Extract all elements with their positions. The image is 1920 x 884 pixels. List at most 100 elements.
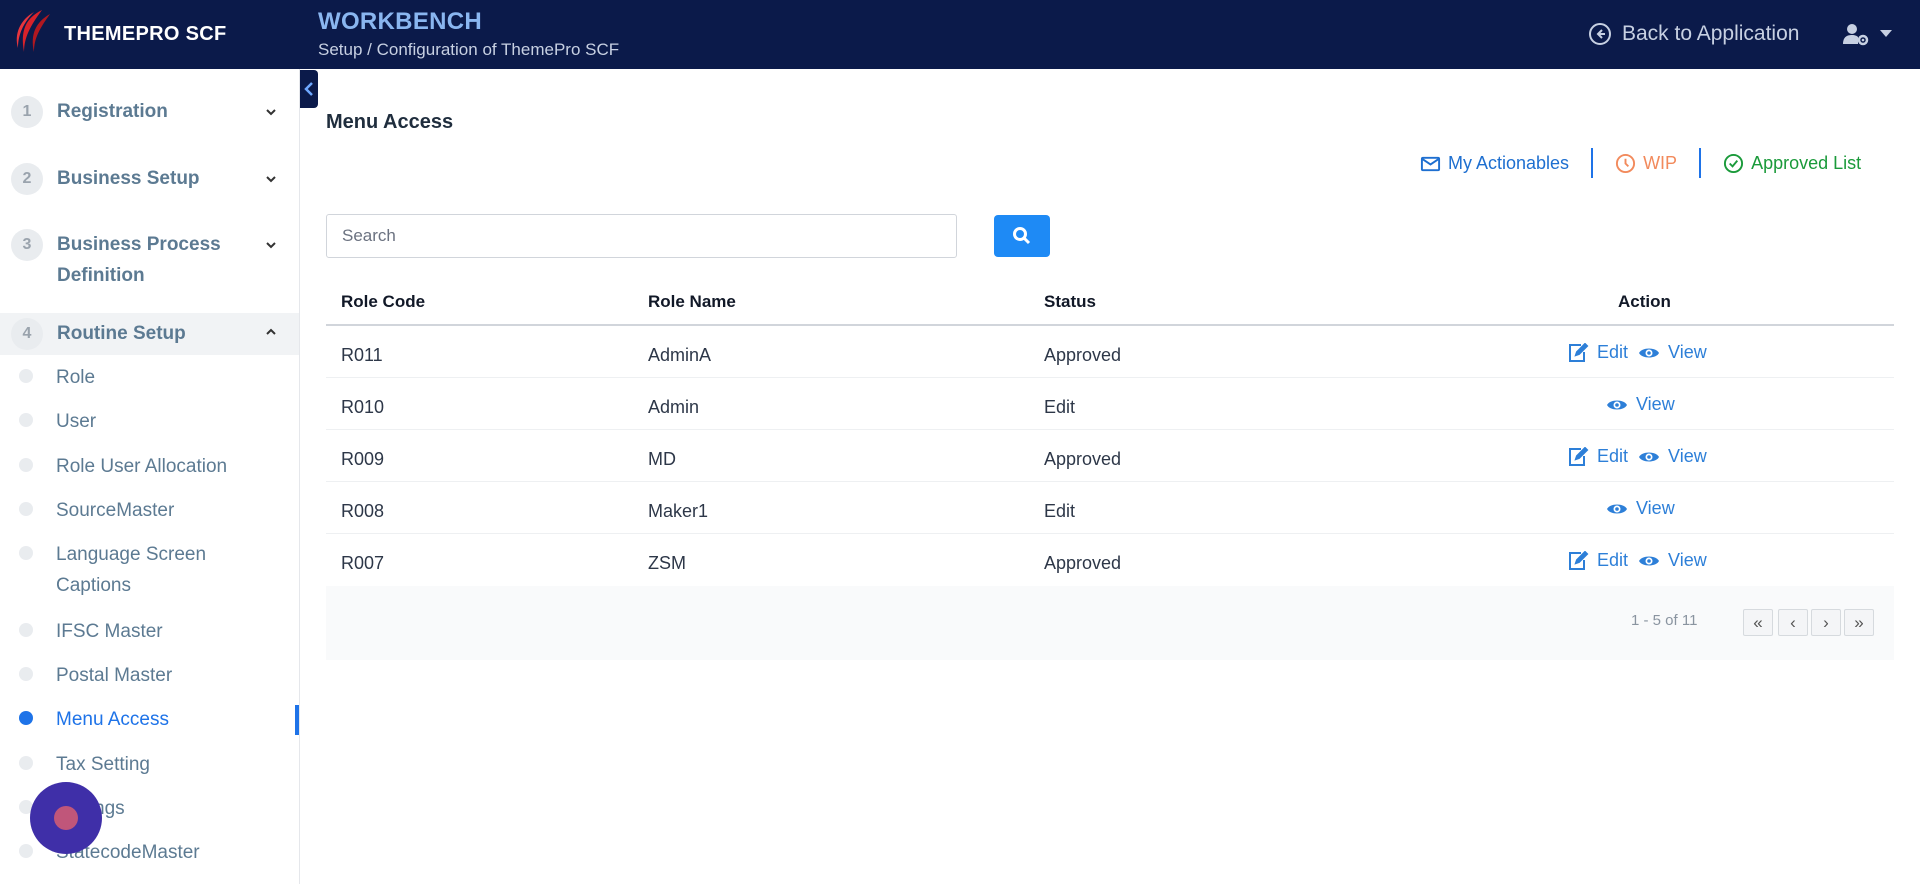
role-name-cell: Admin [648, 397, 700, 417]
bullet-icon [19, 369, 33, 383]
sidebar-item-label: User [56, 411, 97, 432]
clock-icon [1616, 153, 1636, 173]
edit-label: Edit [1597, 550, 1629, 570]
sidebar-item-label: SourceMaster [56, 500, 175, 521]
view-label: View [1636, 394, 1675, 414]
role-code-cell: R007 [341, 553, 385, 573]
bullet-icon [19, 546, 33, 560]
sidebar-item-language-screen-captions[interactable]: Language Screen Captions [0, 539, 299, 601]
section-label: Business Setup [57, 168, 200, 189]
eye-icon [1639, 348, 1660, 357]
eye-icon [1639, 452, 1660, 461]
floating-chat-button[interactable] [30, 782, 102, 854]
role-code-cell: R010 [341, 397, 385, 417]
approved-list-label: Approved List [1751, 152, 1862, 173]
bullet-icon [19, 502, 33, 516]
sidebar: 1 Registration 2 Business Setup 3 Busine… [0, 69, 300, 884]
back-to-application-label: Back to Application [1622, 22, 1800, 45]
top-header: THEMEPRO SCF WORKBENCH Setup / Configura… [0, 0, 1920, 69]
last-page-button[interactable]: » [1844, 609, 1874, 636]
bullet-icon [19, 667, 33, 681]
sidebar-section-business-process-definition[interactable]: 3 Business Process Definition [0, 224, 299, 294]
sidebar-item-label: IFSC Master [56, 621, 163, 642]
breadcrumb: Setup / Configuration of ThemePro SCF [318, 40, 620, 59]
role-code-cell: R011 [341, 345, 383, 365]
sidebar-item-user[interactable]: User [0, 406, 299, 437]
edit-button[interactable]: Edit [1567, 342, 1628, 363]
sidebar-item-role-user-allocation[interactable]: Role User Allocation [0, 451, 299, 482]
role-name-cell: ZSM [648, 553, 686, 573]
column-header-role-code[interactable]: Role Code [341, 292, 425, 312]
section-number: 2 [11, 163, 43, 195]
column-header-role-name[interactable]: Role Name [648, 292, 736, 312]
column-header-status[interactable]: Status [1044, 292, 1096, 312]
prev-page-button[interactable]: ‹ [1778, 609, 1808, 636]
section-label: Routine Setup [57, 323, 186, 344]
chevron-down-icon [266, 242, 276, 249]
wip-label: WIP [1643, 152, 1678, 173]
section-label: Business Process Definition [57, 234, 221, 286]
envelope-icon [1420, 156, 1441, 171]
sidebar-section-routine-setup[interactable]: 4 Routine Setup [0, 313, 299, 355]
check-circle-icon [1724, 153, 1744, 173]
sidebar-item-menu-access[interactable]: Menu Access [0, 704, 299, 735]
page-title: Menu Access [326, 111, 454, 133]
approved-list-filter[interactable]: Approved List [1701, 153, 1883, 174]
edit-button[interactable]: Edit [1567, 550, 1628, 571]
edit-icon [1569, 550, 1589, 570]
sidebar-item-role[interactable]: Role [0, 362, 299, 393]
my-actionables-filter[interactable]: My Actionables [1420, 153, 1591, 174]
view-label: View [1668, 342, 1707, 362]
caret-down-icon [1880, 30, 1892, 37]
table-row: R008 Maker1 Edit View [326, 482, 1894, 534]
bullet-icon [19, 458, 33, 472]
sidebar-item-postal-master[interactable]: Postal Master [0, 660, 299, 691]
bullet-icon [19, 623, 33, 637]
next-page-button[interactable]: › [1811, 609, 1841, 636]
view-label: View [1668, 446, 1707, 466]
table-row: R011 AdminA Approved Edit View [326, 326, 1894, 378]
row-actions: Edit View [1567, 342, 1707, 363]
sidebar-item-sourcemaster[interactable]: SourceMaster [0, 495, 299, 526]
search-icon [1013, 227, 1031, 245]
sidebar-item-label: Tax Setting [56, 754, 150, 775]
bullet-icon [19, 711, 33, 725]
sidebar-item-tax-setting[interactable]: Tax Setting [0, 749, 299, 780]
back-to-application-link[interactable]: Back to Application [1588, 22, 1799, 46]
section-number: 3 [11, 229, 43, 261]
active-item-indicator [295, 705, 299, 735]
edit-button[interactable]: Edit [1567, 446, 1628, 467]
sidebar-item-label: Menu Access [56, 709, 169, 730]
search-input[interactable] [326, 214, 957, 258]
search-button[interactable] [994, 215, 1050, 257]
bullet-icon [19, 756, 33, 770]
sidebar-item-label: Postal Master [56, 665, 173, 686]
brand: THEMEPRO SCF [0, 0, 300, 69]
eye-icon [1607, 504, 1627, 513]
view-button[interactable]: View [1606, 394, 1675, 415]
edit-icon [1569, 446, 1589, 466]
sidebar-item-ifsc-master[interactable]: IFSC Master [0, 616, 299, 647]
sidebar-collapse-toggle[interactable] [300, 70, 318, 108]
pagination-range: 1 - 5 of 11 [1631, 612, 1698, 629]
sidebar-item-label: Role [56, 367, 96, 388]
sidebar-section-registration[interactable]: 1 Registration [0, 91, 299, 133]
view-button[interactable]: View [1638, 446, 1707, 467]
first-page-button[interactable]: « [1743, 609, 1773, 636]
table-row: R009 MD Approved Edit View [326, 430, 1894, 482]
role-name-cell: Maker1 [648, 501, 709, 521]
wip-filter[interactable]: WIP [1593, 153, 1699, 174]
status-cell: Approved [1044, 449, 1122, 469]
view-button[interactable]: View [1638, 342, 1707, 363]
chevron-down-icon [266, 109, 276, 116]
view-button[interactable]: View [1638, 550, 1707, 571]
sidebar-section-business-setup[interactable]: 2 Business Setup [0, 158, 299, 200]
arrow-circle-left-icon [1589, 23, 1611, 45]
eye-icon [1607, 400, 1627, 409]
table-row: R010 Admin Edit View [326, 378, 1894, 430]
view-button[interactable]: View [1606, 498, 1675, 519]
table-header: Role Code Role Name Status Action [326, 284, 1894, 326]
user-menu[interactable] [1842, 22, 1892, 46]
section-number: 4 [11, 318, 43, 350]
bullet-icon [19, 844, 33, 858]
